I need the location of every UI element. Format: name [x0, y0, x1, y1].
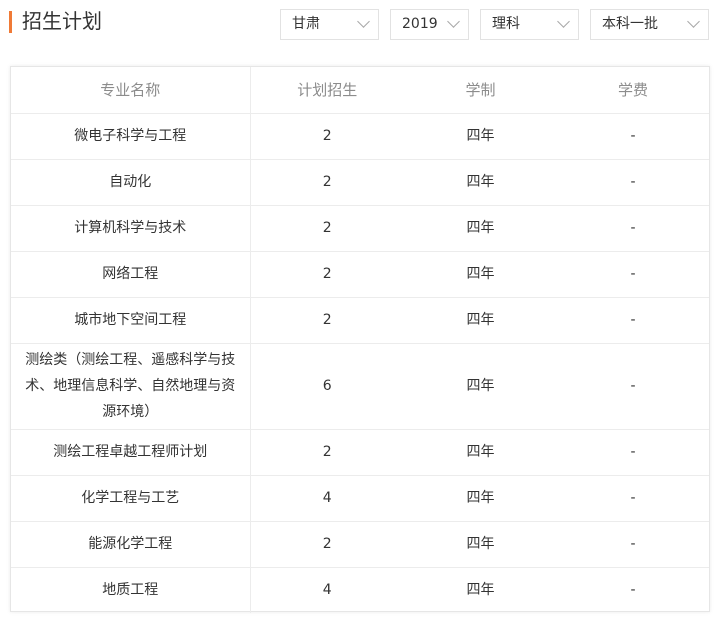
enrollment-plan-table: 专业名称 计划招生 学制 学费 微电子科学与工程 2 四年 - 自动化 2 四年…: [10, 66, 710, 613]
chevron-down-icon: [357, 15, 370, 28]
plan-count: 6: [250, 343, 404, 430]
plan-count: 2: [250, 205, 404, 252]
tuition: -: [557, 159, 709, 206]
table-row: 微电子科学与工程 2 四年 -: [11, 113, 709, 160]
chevron-down-icon: [557, 15, 570, 28]
duration: 四年: [466, 582, 495, 599]
table-row: 地质工程 4 四年 -: [11, 567, 709, 613]
column-header-major: 专业名称: [11, 67, 251, 114]
major-name: 能源化学工程: [11, 521, 251, 568]
duration: 四年: [404, 113, 557, 160]
table-row: 自动化 2 四年 -: [11, 159, 709, 206]
tuition: -: [557, 475, 709, 522]
major-name: 微电子科学与工程: [11, 113, 251, 160]
major-name: 网络工程: [11, 251, 251, 298]
duration: 四年: [404, 205, 557, 252]
table-row: 测绘类（测绘工程、遥感科学与技术、地理信息科学、自然地理与资源环境） 6 四年 …: [11, 343, 709, 430]
tuition: -: [557, 251, 709, 298]
column-header-plan-count: 计划招生: [250, 67, 404, 114]
major-name: 测绘类（测绘工程、遥感科学与技术、地理信息科学、自然地理与资源环境）: [11, 343, 251, 430]
plan-count: 2: [250, 113, 404, 160]
tuition: -: [557, 521, 709, 568]
major-name: 自动化: [11, 159, 251, 206]
table-row: 能源化学工程 2 四年 -: [11, 521, 709, 568]
duration: 四年: [404, 429, 557, 476]
major-name: 城市地下空间工程: [11, 297, 251, 344]
table-row: 化学工程与工艺 4 四年 -: [11, 475, 709, 522]
plan-count: 2: [250, 429, 404, 476]
plan-count: 2: [250, 251, 404, 298]
major-name: 计算机科学与技术: [11, 205, 251, 252]
year-select[interactable]: 2019: [390, 9, 469, 40]
tuition: -: [557, 205, 709, 252]
table-row: 网络工程 2 四年 -: [11, 251, 709, 298]
major-name: 地质工程: [11, 567, 251, 613]
duration: 四年: [404, 475, 557, 522]
tuition: -: [557, 113, 709, 160]
duration: 四年: [404, 251, 557, 298]
filter-bar: 甘肃 2019 理科 本科一批: [0, 9, 719, 40]
duration: 四年: [404, 521, 557, 568]
plan-count: 2: [250, 297, 404, 344]
column-header-tuition: 学费: [557, 67, 709, 114]
table-row: 测绘工程卓越工程师计划 2 四年 -: [11, 429, 709, 476]
tuition: -: [630, 582, 636, 599]
plan-count: 4: [322, 582, 332, 599]
province-select[interactable]: 甘肃: [280, 9, 379, 40]
plan-count: 2: [250, 521, 404, 568]
province-select-value: 甘肃: [292, 16, 320, 32]
chevron-down-icon: [447, 15, 460, 28]
plan-count: 4: [250, 475, 404, 522]
year-select-value: 2019: [402, 16, 438, 32]
duration: 四年: [404, 343, 557, 430]
subject-select-value: 理科: [492, 16, 520, 32]
major-name: 测绘工程卓越工程师计划: [11, 429, 251, 476]
major-name: 化学工程与工艺: [11, 475, 251, 522]
duration: 四年: [404, 159, 557, 206]
duration: 四年: [404, 297, 557, 344]
tuition: -: [557, 343, 709, 430]
subject-select[interactable]: 理科: [480, 9, 579, 40]
tuition: -: [557, 297, 709, 344]
batch-select-value: 本科一批: [602, 16, 658, 32]
table-row: 计算机科学与技术 2 四年 -: [11, 205, 709, 252]
column-header-duration: 学制: [404, 67, 557, 114]
chevron-down-icon: [687, 15, 700, 28]
plan-count: 2: [250, 159, 404, 206]
table-header-row: 专业名称 计划招生 学制 学费: [11, 67, 709, 114]
tuition: -: [557, 429, 709, 476]
batch-select[interactable]: 本科一批: [590, 9, 709, 40]
table-row: 城市地下空间工程 2 四年 -: [11, 297, 709, 344]
